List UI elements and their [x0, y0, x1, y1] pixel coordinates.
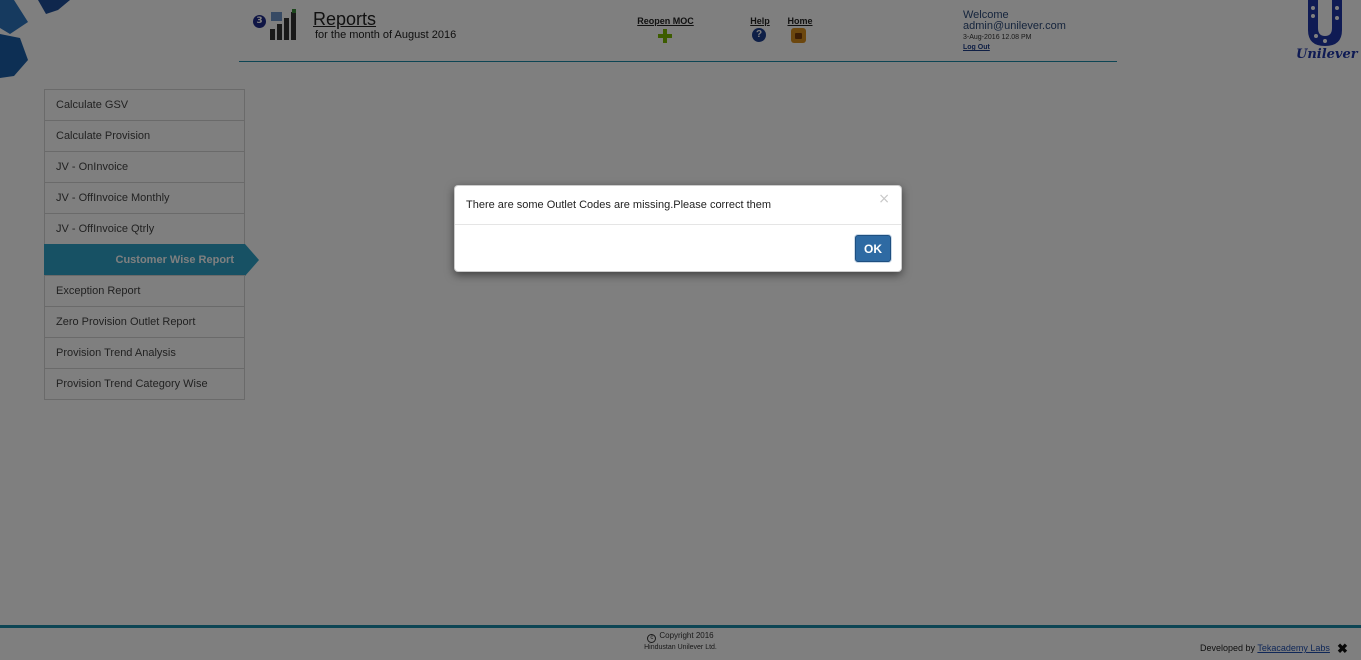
dialog-body: There are some Outlet Codes are missing.…	[455, 186, 901, 225]
ok-button[interactable]: OK	[855, 235, 891, 262]
dialog-message: There are some Outlet Codes are missing.…	[466, 199, 772, 211]
modal-backdrop[interactable]	[0, 0, 1361, 660]
close-icon[interactable]: ×	[878, 191, 890, 207]
alert-dialog: There are some Outlet Codes are missing.…	[454, 185, 902, 272]
